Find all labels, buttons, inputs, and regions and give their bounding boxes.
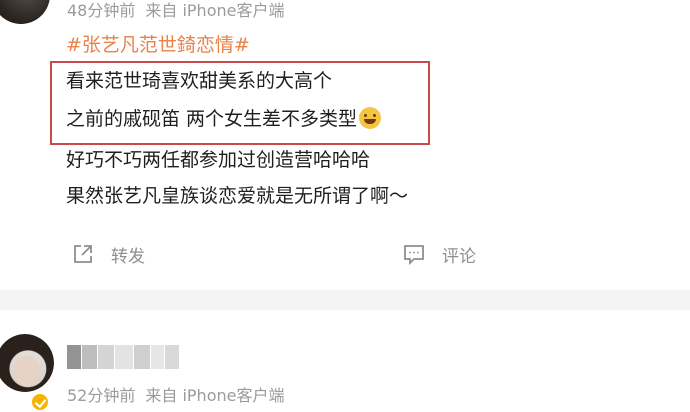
blurred-username[interactable] xyxy=(67,345,179,369)
topic-hashtag-link[interactable]: #张艺凡范世錡恋情# xyxy=(66,32,250,58)
repost-button[interactable]: 转发 xyxy=(71,241,145,267)
share-icon xyxy=(74,245,92,263)
repost-label: 转发 xyxy=(111,246,145,267)
post-text-line: 好巧不巧两任都参加过创造营哈哈哈 xyxy=(66,149,371,171)
author-avatar[interactable] xyxy=(0,334,54,392)
post-meta: 52分钟前 来自 iPhone客户端 xyxy=(67,385,284,407)
feed-divider xyxy=(0,290,690,310)
comment-button[interactable]: 评论 xyxy=(402,241,476,267)
verified-badge-icon xyxy=(30,392,50,412)
highlight-annotation-box xyxy=(50,61,430,145)
post-text-line: 果然张艺凡皇族谈恋爱就是无所谓了啊～ xyxy=(66,185,409,207)
post-time: 52分钟前 xyxy=(67,386,136,405)
avatar-hair xyxy=(0,334,54,392)
comment-icon xyxy=(404,245,424,266)
post-source: 来自 iPhone客户端 xyxy=(145,1,285,20)
author-avatar[interactable] xyxy=(0,0,50,24)
comment-label: 评论 xyxy=(442,246,476,267)
post-card: 48分钟前 来自 iPhone客户端 #张艺凡范世錡恋情# 看来范世琦喜欢甜美系的… xyxy=(0,0,690,290)
post-source: 来自 iPhone客户端 xyxy=(145,386,285,405)
post-meta: 48分钟前 来自 iPhone客户端 xyxy=(67,0,284,22)
post-time: 48分钟前 xyxy=(67,1,136,20)
